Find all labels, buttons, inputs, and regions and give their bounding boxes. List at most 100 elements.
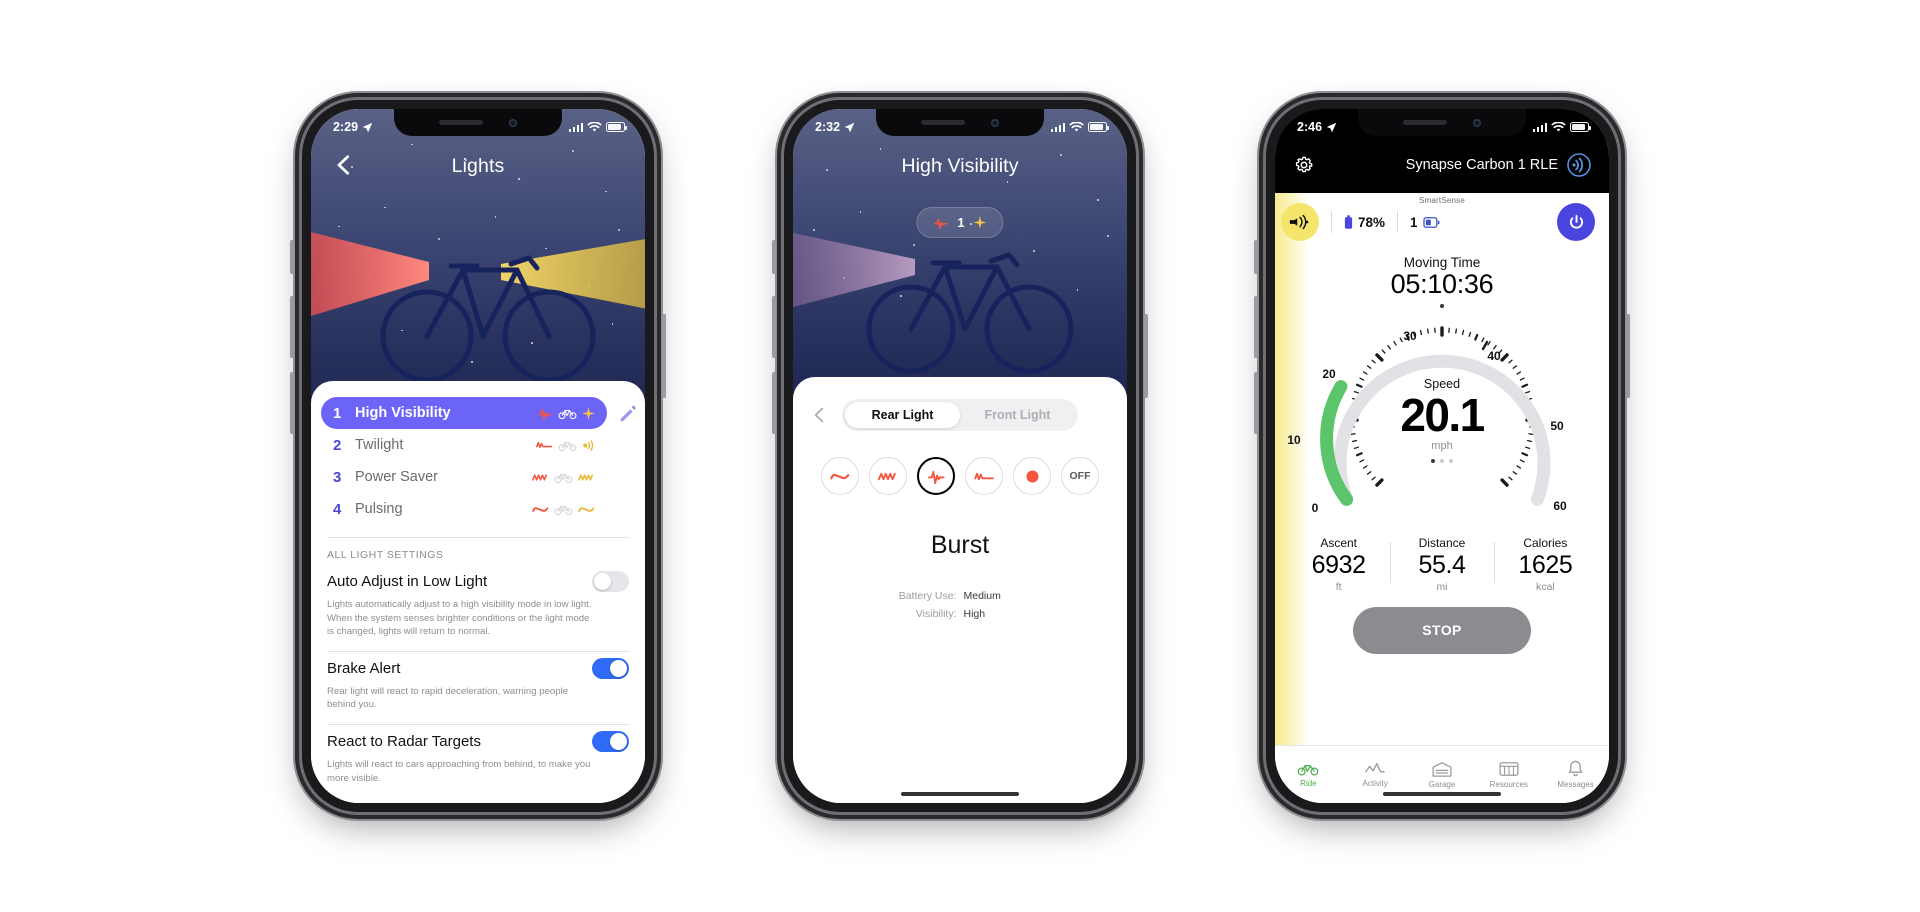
- home-indicator[interactable]: [901, 792, 1019, 796]
- auto-adjust-toggle[interactable]: [592, 571, 629, 592]
- tab-resources[interactable]: Resources: [1475, 761, 1542, 789]
- bell-icon: [1568, 760, 1583, 777]
- smartsense-label: SmartSense: [1418, 196, 1466, 205]
- gauge-value: 20.1: [1400, 388, 1485, 441]
- gear-icon[interactable]: [1293, 154, 1315, 176]
- tab-label: Messages: [1557, 780, 1594, 789]
- mode-chip[interactable]: 1: [916, 207, 1004, 238]
- chart-icon: [1365, 762, 1385, 772]
- tab-label: Ride: [1300, 778, 1317, 788]
- phone-3: 2:46 Synapse Carbon 1 RLE SmartSense 78%…: [1254, 100, 1630, 812]
- phone-1: 2:29 Lights 1 High Visibility 2 Twilight…: [290, 100, 666, 812]
- tab-messages[interactable]: Messages: [1542, 760, 1609, 789]
- pencil-edit-icon[interactable]: [617, 402, 639, 424]
- phone-1-side-button[interactable]: [662, 314, 666, 398]
- detail-visibility: Visibility: High: [873, 608, 1048, 620]
- pattern-off[interactable]: OFF: [1061, 457, 1099, 495]
- resources-icon: [1499, 761, 1519, 776]
- gauge-pager[interactable]: [1431, 459, 1453, 464]
- mode-row-high-visibility[interactable]: 1 High Visibility: [321, 397, 607, 429]
- status-time: 2:29: [333, 120, 359, 134]
- phone-3-notch: [1358, 109, 1526, 136]
- phone-2-side-button[interactable]: [1144, 314, 1148, 398]
- mode-number: 2: [333, 436, 342, 454]
- gauge-unit: mph: [1431, 440, 1453, 453]
- stat-distance: Distance 55.4 mi: [1390, 536, 1493, 593]
- mode-number: 3: [333, 468, 342, 486]
- tab-label: Garage: [1428, 779, 1456, 789]
- detail-key: Battery Use:: [898, 590, 957, 602]
- pattern-zigzag-wave[interactable]: [869, 457, 907, 495]
- setting-description: Lights automatically adjust to a high vi…: [327, 599, 592, 638]
- stat-value: 6932: [1311, 551, 1366, 579]
- pattern-burst-wave[interactable]: [917, 457, 955, 495]
- stat-label: Calories: [1523, 536, 1568, 550]
- sine-wave-yellow-icon: [578, 506, 595, 512]
- moving-time-label: Moving Time: [1403, 255, 1481, 270]
- tab-ride[interactable]: Ride: [1275, 762, 1342, 788]
- tab-front-light[interactable]: Front Light: [960, 402, 1075, 428]
- pattern-solid[interactable]: [1013, 457, 1051, 495]
- divider: [1397, 211, 1399, 233]
- light-selector-segmented: Rear Light Front Light: [842, 399, 1078, 431]
- phone-1-notch: [394, 109, 562, 136]
- burst-wave-icon: [927, 470, 945, 484]
- setting-title: Brake Alert: [327, 659, 401, 677]
- stat-value: 1625: [1518, 551, 1573, 579]
- phone-3-side-button[interactable]: [1626, 314, 1630, 398]
- stat-unit: kcal: [1535, 580, 1555, 593]
- device-count: 1: [1410, 214, 1418, 230]
- sine-wave-icon: [830, 473, 850, 479]
- beam-icon: [583, 439, 594, 451]
- bike-icon: [558, 409, 577, 419]
- battery-stat: 78%: [1344, 215, 1385, 230]
- light-modes-list: 1 High Visibility 2 Twilight 3 Power Sav…: [311, 397, 645, 525]
- selected-pattern-name: Burst: [930, 531, 990, 559]
- section-label: ALL LIGHT SETTINGS: [327, 549, 444, 561]
- speed-gauge: 0 10 20 30 40 50 60 Speed 20.1 mph: [1275, 310, 1609, 530]
- mode-icons: [532, 471, 595, 484]
- divider: [1331, 211, 1332, 233]
- setting-react-radar: React to Radar Targets Lights will react…: [311, 725, 645, 785]
- mode-name: Twilight: [355, 437, 404, 453]
- burst-wave-icon: [934, 218, 948, 229]
- status-time: 2:46: [1297, 120, 1323, 134]
- radar-sensor-icon[interactable]: [1567, 153, 1591, 177]
- stat-calories: Calories 1625 kcal: [1493, 536, 1597, 593]
- tab-garage[interactable]: Garage: [1409, 761, 1476, 789]
- phone-3-screen: 2:46 Synapse Carbon 1 RLE SmartSense 78%…: [1275, 109, 1609, 803]
- power-button-icon[interactable]: [1557, 203, 1595, 241]
- radar-light-icon[interactable]: [1281, 203, 1319, 241]
- stat-value: 55.4: [1418, 551, 1466, 579]
- mode-row-pulsing[interactable]: 4 Pulsing: [321, 493, 607, 525]
- tab-rear-light[interactable]: Rear Light: [845, 402, 960, 428]
- react-radar-toggle[interactable]: [592, 731, 629, 753]
- mode-icons: [532, 503, 595, 516]
- stop-button[interactable]: STOP: [1353, 606, 1531, 654]
- stat-label: Ascent: [1320, 536, 1357, 550]
- pattern-sine-wave[interactable]: [821, 457, 859, 495]
- zigzag-wave-icon: [878, 472, 896, 480]
- mode-row-twilight[interactable]: 2 Twilight: [321, 429, 607, 461]
- setting-title: React to Radar Targets: [327, 733, 481, 751]
- wifi-icon: [1069, 121, 1084, 131]
- phone-1-hero: Lights: [311, 109, 645, 424]
- brake-alert-toggle[interactable]: [592, 657, 629, 679]
- earpiece-speaker: [1403, 120, 1447, 125]
- mode-row-power-saver[interactable]: 3 Power Saver: [321, 461, 607, 493]
- wifi-icon: [587, 121, 602, 131]
- smartsense-bar: SmartSense 78% 1: [1275, 193, 1609, 251]
- signal-icon: [568, 122, 583, 132]
- segmented-row: Rear Light Front Light: [793, 399, 1127, 431]
- solid-dot-icon: [1026, 470, 1038, 482]
- front-camera: [1473, 118, 1481, 127]
- tab-activity[interactable]: Activity: [1342, 762, 1409, 788]
- phone-3-body: SmartSense 78% 1 Moving Time 05:10:36 0 …: [1275, 193, 1609, 745]
- gauge-center-readout: Speed 20.1 mph: [1275, 310, 1609, 530]
- back-chevron-icon[interactable]: [811, 405, 828, 425]
- front-camera: [509, 118, 517, 127]
- pattern-pulse-wave[interactable]: [965, 457, 1003, 495]
- battery-icon: [1570, 122, 1591, 132]
- home-indicator[interactable]: [1383, 792, 1501, 796]
- earpiece-speaker: [439, 120, 483, 125]
